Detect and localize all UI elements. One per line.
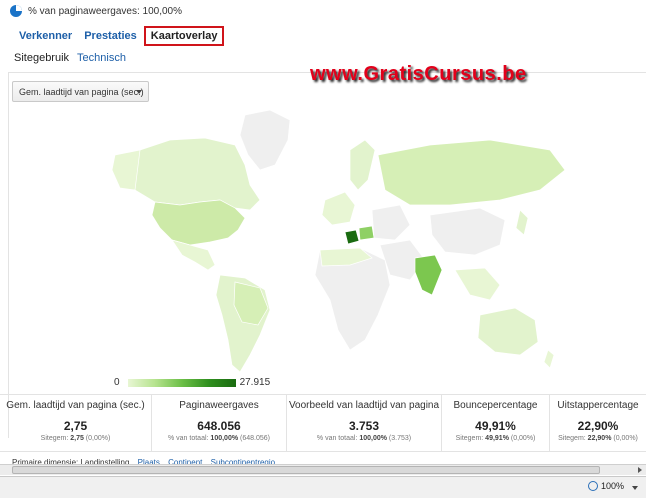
legend-min: 0 [114, 377, 120, 388]
map-region-scandinavia[interactable] [349, 139, 376, 191]
map-region-eastern-europe[interactable] [371, 204, 411, 241]
metric-label: Voorbeeld van laadtijd van pagina [288, 400, 440, 411]
metric-bounce-rate[interactable]: Bouncepercentage 49,91% Sitegem: 49,91% … [442, 395, 550, 451]
map-region-new-zealand[interactable] [543, 349, 555, 369]
metric-label: Uitstappercentage [557, 400, 639, 411]
metric-value: 49,91% [475, 419, 516, 433]
scroll-right-icon[interactable] [638, 467, 642, 473]
metric-sub: Sitegem: 22,90% (0,00%) [558, 435, 638, 442]
chevron-down-icon[interactable] [632, 486, 638, 490]
metric-dropdown-value: Gem. laadtijd van pagina (sec.) [19, 86, 144, 97]
map-region-russia[interactable] [377, 139, 566, 206]
legend-gradient [127, 378, 236, 387]
world-map[interactable] [110, 110, 570, 380]
metric-value: 22,90% [577, 419, 619, 433]
map-region-china[interactable] [429, 207, 506, 256]
zoom-control[interactable]: 100% [587, 481, 624, 491]
metric-load-time[interactable]: Gem. laadtijd van pagina (sec.) 2,75 Sit… [0, 395, 152, 451]
subtab-technisch[interactable]: Technisch [77, 52, 126, 64]
metric-sub: % van totaal: 100,00% (3.753) [316, 435, 412, 442]
zoom-icon [587, 481, 598, 491]
frame-border [8, 72, 9, 438]
map-region-japan[interactable] [515, 209, 529, 236]
scrollbar-thumb[interactable] [12, 466, 600, 474]
view-tabs: Verkenner Prestaties Kaartoverlay [14, 26, 226, 46]
tab-kaartoverlay[interactable]: Kaartoverlay [143, 26, 225, 46]
map-region-greenland[interactable] [239, 110, 291, 171]
metric-label: Gem. laadtijd van pagina (sec.) [6, 400, 145, 411]
watermark-text: www.GratisCursus.be [310, 63, 527, 85]
subtabs: Sitegebruik Technisch [14, 52, 134, 64]
tab-prestaties[interactable]: Prestaties [79, 27, 142, 45]
metric-label: Bouncepercentage [453, 400, 538, 411]
map-region-australia[interactable] [477, 307, 539, 356]
metric-pageviews[interactable]: Paginaweergaves 648.056 % van totaal: 10… [152, 395, 287, 451]
horizontal-scrollbar[interactable] [0, 464, 646, 475]
tab-verkenner[interactable]: Verkenner [14, 27, 77, 45]
metric-value: 2,75 [63, 419, 88, 433]
map-region-india[interactable] [414, 254, 443, 296]
metric-label: Paginaweergaves [179, 400, 259, 411]
metric-load-sample[interactable]: Voorbeeld van laadtijd van pagina 3.753 … [287, 395, 442, 451]
metrics-scorecard: Gem. laadtijd van pagina (sec.) 2,75 Sit… [0, 394, 646, 452]
map-region-poland[interactable] [358, 225, 375, 241]
subtab-sitegebruik[interactable]: Sitegebruik [14, 52, 69, 64]
legend-max: 27.915 [239, 377, 271, 388]
metric-exit-rate[interactable]: Uitstappercentage 22,90% Sitegem: 22,90%… [550, 395, 646, 451]
metric-sub: Sitegem: 49,91% (0,00%) [455, 435, 536, 442]
metric-sub: % van totaal: 100,00% (648.056) [168, 435, 270, 442]
pageviews-percentage-label: % van paginaweergaves: 100,00% [28, 5, 182, 17]
map-region-southeast-asia[interactable] [454, 267, 501, 301]
map-legend: 0 27.915 [114, 377, 270, 388]
metric-value: 648.056 [197, 419, 241, 433]
chevron-down-icon [136, 90, 142, 94]
metric-sub: Sitegem: 2,75 (0,00%) [40, 435, 111, 442]
map-region-germany[interactable] [344, 229, 360, 245]
pageviews-summary: % van paginaweergaves: 100,00% [0, 0, 646, 22]
map-region-western-europe[interactable] [321, 191, 356, 226]
metric-dropdown[interactable]: Gem. laadtijd van pagina (sec.) [12, 81, 149, 102]
map-region-alaska[interactable] [111, 149, 141, 191]
browser-status-bar: 100% [0, 476, 646, 498]
map-region-canada[interactable] [129, 137, 261, 211]
pie-chart-icon [10, 5, 22, 17]
metric-value: 3.753 [348, 419, 380, 433]
zoom-level: 100% [600, 481, 624, 491]
map-region-usa[interactable] [151, 199, 246, 246]
